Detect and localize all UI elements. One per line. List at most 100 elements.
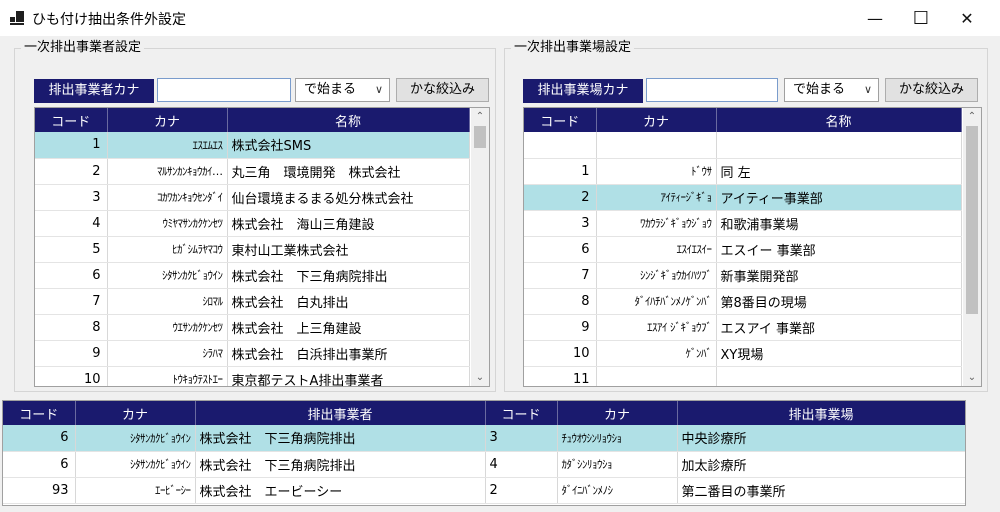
table-row[interactable]: 10 ﾄｳｷｮｳﾃｽﾄｴｰ 東京都テストA排出事業者 <box>35 366 470 386</box>
col-generator-name[interactable]: 排出事業者 <box>195 401 486 425</box>
table-row[interactable]: 10 ｹﾞﾝﾊﾞ XY現場 <box>524 340 962 367</box>
table-cell: 株式会社 エービーシー <box>195 477 486 504</box>
table-row[interactable]: 7 ｼﾛﾏﾙ 株式会社 白丸排出 <box>35 288 470 315</box>
generator-group-title: 一次排出事業者設定 <box>21 40 145 56</box>
table-cell: 株式会社SMS <box>227 132 470 159</box>
table-row[interactable]: 11 <box>524 366 962 386</box>
site-filter-button[interactable]: かな絞込み <box>885 78 978 102</box>
site-scrollbar[interactable]: ⌃ ⌄ <box>963 108 981 386</box>
table-cell: 9 <box>35 340 108 367</box>
table-cell: 6 <box>524 236 597 263</box>
table-cell: XY現場 <box>716 340 962 367</box>
scroll-thumb[interactable] <box>474 126 486 148</box>
table-cell: 丸三角 環境開発 株式会社 <box>227 158 470 185</box>
table-cell: ﾋｶﾞｼﾑﾗﾔﾏｺｳ <box>107 236 228 263</box>
main-window: ひも付け抽出条件外設定 — ☐ ✕ 一次排出事業者設定 排出事業者カナ で始まる… <box>0 0 1000 512</box>
table-row[interactable] <box>524 132 962 159</box>
table-cell <box>596 366 717 386</box>
generator-scrollbar[interactable]: ⌃ ⌄ <box>471 108 489 386</box>
minimize-icon: — <box>867 8 883 28</box>
table-cell: 93 <box>3 477 76 504</box>
table-cell: ｹﾞﾝﾊﾞ <box>596 340 717 367</box>
site-grid: コード カナ 名称 1 ﾄﾞｳｻ同 左 2 ｱｲﾃｨｰｼﾞｷﾞｮ アイティー事業部 3 ﾜｶ… <box>523 107 982 387</box>
generator-kana-label: 排出事業者カナ <box>34 79 154 103</box>
table-row[interactable]: 2 ｱｲﾃｨｰｼﾞｷﾞｮ アイティー事業部 <box>524 184 962 211</box>
table-cell: 4 <box>35 210 108 237</box>
table-row[interactable]: 1 ｴｽｴﾑｴｽ 株式会社SMS <box>35 132 470 159</box>
table-cell: ﾄｳｷｮｳﾃｽﾄｴｰ <box>107 366 228 386</box>
exclusion-grid: コード カナ 排出事業者 コード カナ 排出事業場 6 ｼﾀｻﾝｶｸﾋﾞｮｳｲﾝ株… <box>2 400 966 506</box>
table-row[interactable]: 5 ﾋｶﾞｼﾑﾗﾔﾏｺｳ 東村山工業株式会社 <box>35 236 470 263</box>
maximize-icon: ☐ <box>912 7 930 29</box>
window-title: ひも付け抽出条件外設定 <box>32 12 186 28</box>
table-cell: 新事業開発部 <box>716 262 962 289</box>
scroll-up-icon[interactable]: ⌃ <box>471 108 489 125</box>
generator-kana-input[interactable] <box>157 78 291 102</box>
col-name[interactable]: 名称 <box>716 108 962 132</box>
site-kana-input[interactable] <box>646 78 778 102</box>
table-row[interactable]: 93 ｴｰﾋﾞｰｼｰ 株式会社 エービーシー 2 ﾀﾞｲﾆﾊﾞﾝﾒﾉｼ 第二番目の事業所 <box>3 477 965 504</box>
table-cell: ｼﾀｻﾝｶｸﾋﾞｮｳｲﾝ <box>107 262 228 289</box>
table-cell <box>596 132 717 159</box>
table-cell: ﾄﾞｳｻ <box>596 158 717 185</box>
table-cell: 6 <box>35 262 108 289</box>
col-name[interactable]: 名称 <box>227 108 470 132</box>
col-site-code[interactable]: コード <box>485 401 558 425</box>
table-cell: 和歌浦事業場 <box>716 210 962 237</box>
table-row[interactable]: 6 ｼﾀｻﾝｶｸﾋﾞｮｳｲﾝ 株式会社 下三角病院排出 3 ﾁｭｳｵｳｼﾝﾘｮｳｼｮ 中央… <box>3 425 965 452</box>
chevron-down-icon: ∨ <box>374 83 383 96</box>
scroll-down-icon[interactable]: ⌄ <box>471 369 489 386</box>
scroll-thumb[interactable] <box>966 126 978 314</box>
table-cell: ｱｲﾃｨｰｼﾞｷﾞｮ <box>596 184 717 211</box>
col-generator-kana[interactable]: カナ <box>75 401 196 425</box>
table-cell: 6 <box>3 425 76 452</box>
table-row[interactable]: 8 ｳｴｻﾝｶｸｹﾝｾﾂ 株式会社 上三角建設 <box>35 314 470 341</box>
table-row[interactable]: 8 ﾀﾞｲﾊﾁﾊﾞﾝﾒﾉｹﾞﾝﾊﾞ 第8番目の現場 <box>524 288 962 315</box>
col-code[interactable]: コード <box>35 108 108 132</box>
table-cell: ｴｽｲｴｽｲｰ <box>596 236 717 263</box>
table-cell: 株式会社 白丸排出 <box>227 288 470 315</box>
table-cell: 1 <box>524 158 597 185</box>
table-cell: 3 <box>35 184 108 211</box>
table-row[interactable]: 7 ｼﾝｼﾞｷﾞｮｳｶｲﾊﾂﾌﾞ 新事業開発部 <box>524 262 962 289</box>
col-kana[interactable]: カナ <box>596 108 717 132</box>
table-cell <box>716 366 962 386</box>
col-site-kana[interactable]: カナ <box>557 401 678 425</box>
table-cell: 中央診療所 <box>677 425 965 452</box>
table-row[interactable]: 9 ｴｽｱｲ ｼﾞｷﾞｮｳﾌﾞ エスアイ 事業部 <box>524 314 962 341</box>
table-row[interactable]: 6 ｴｽｲｴｽｲｰ エスイー 事業部 <box>524 236 962 263</box>
maximize-button[interactable]: ☐ <box>898 0 944 36</box>
table-row[interactable]: 6 ｼﾀｻﾝｶｸﾋﾞｮｳｲﾝ 株式会社 下三角病院排出 4 ｶﾀﾞｼﾝﾘｮｳｼｮ 加太診療… <box>3 451 965 478</box>
close-button[interactable]: ✕ <box>944 0 990 36</box>
generator-filter-button[interactable]: かな絞込み <box>396 78 489 102</box>
col-generator-code[interactable]: コード <box>3 401 76 425</box>
table-cell: ｼﾀｻﾝｶｸﾋﾞｮｳｲﾝ <box>75 425 196 452</box>
col-site-name[interactable]: 排出事業場 <box>677 401 965 425</box>
table-cell <box>524 132 597 159</box>
close-icon: ✕ <box>960 8 974 28</box>
table-row[interactable]: 3 ﾜｶｳﾗｼﾞｷﾞｮｳｼﾞｮｳ 和歌浦事業場 <box>524 210 962 237</box>
table-cell: 仙台環境まるまる処分株式会社 <box>227 184 470 211</box>
scroll-up-icon[interactable]: ⌃ <box>963 108 981 125</box>
table-cell: ﾀﾞｲﾊﾁﾊﾞﾝﾒﾉｹﾞﾝﾊﾞ <box>596 288 717 315</box>
site-match-select[interactable]: で始まる ∨ <box>784 78 879 102</box>
site-match-value: で始まる <box>793 82 846 97</box>
table-cell: ﾏﾙｻﾝｶﾝｷｮｳｶｲ… <box>107 158 228 185</box>
table-cell: 東村山工業株式会社 <box>227 236 470 263</box>
table-cell: ｳｴｻﾝｶｸｹﾝｾﾂ <box>107 314 228 341</box>
col-code[interactable]: コード <box>524 108 597 132</box>
col-kana[interactable]: カナ <box>107 108 228 132</box>
table-row[interactable]: 2 ﾏﾙｻﾝｶﾝｷｮｳｶｲ… 丸三角 環境開発 株式会社 <box>35 158 470 185</box>
table-cell: 株式会社 白浜排出事業所 <box>227 340 470 367</box>
table-cell: 8 <box>524 288 597 315</box>
table-row[interactable]: 1 ﾄﾞｳｻ同 左 <box>524 158 962 185</box>
table-row[interactable]: 6 ｼﾀｻﾝｶｸﾋﾞｮｳｲﾝ 株式会社 下三角病院排出 <box>35 262 470 289</box>
table-row[interactable]: 3 ｺｶﾜｶﾝｷｮｳｾﾝﾀﾞｲ 仙台環境まるまる処分株式会社 <box>35 184 470 211</box>
table-cell: 8 <box>35 314 108 341</box>
scroll-down-icon[interactable]: ⌄ <box>963 369 981 386</box>
generator-match-select[interactable]: で始まる ∨ <box>295 78 390 102</box>
table-row[interactable]: 4 ｳﾐﾔﾏｻﾝｶｸｹﾝｾﾂ 株式会社 海山三角建設 <box>35 210 470 237</box>
table-cell: 5 <box>35 236 108 263</box>
minimize-button[interactable]: — <box>852 0 898 36</box>
table-row[interactable]: 9 ｼﾗﾊﾏ 株式会社 白浜排出事業所 <box>35 340 470 367</box>
